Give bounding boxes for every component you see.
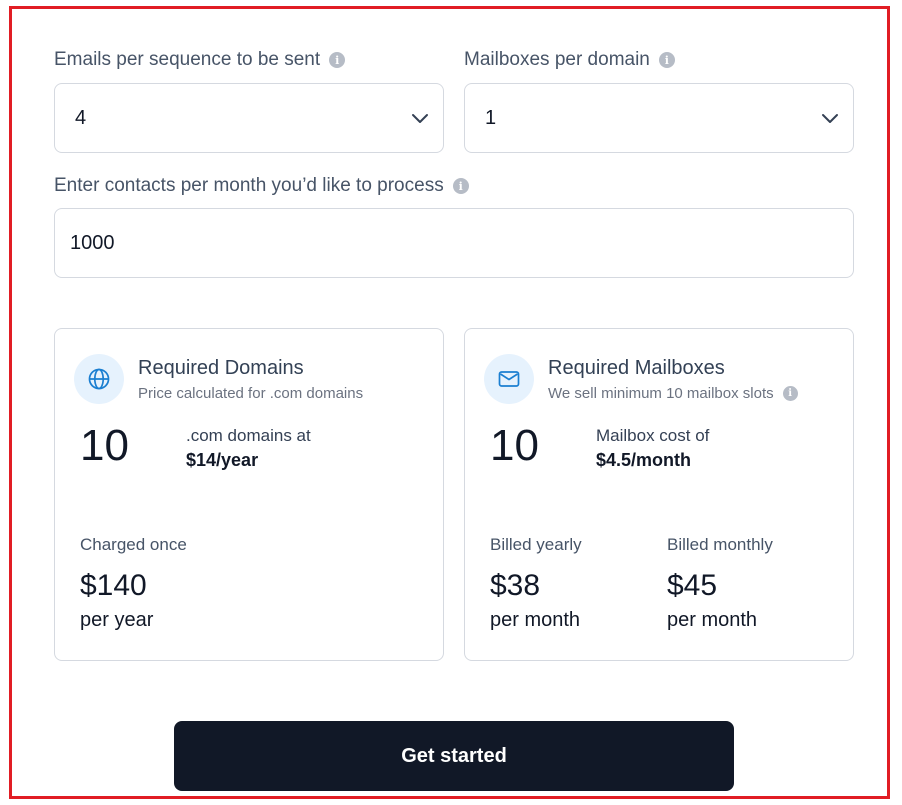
info-icon[interactable]: i [782, 386, 798, 401]
billed-monthly-price: $45 [667, 569, 718, 602]
domain-price-desc: .com domains at $14/year [186, 426, 311, 470]
chevron-down-icon [412, 114, 428, 123]
mailbox-price-desc: Mailbox cost of $4.5/month [596, 426, 710, 470]
billed-yearly-price: $38 [490, 569, 541, 602]
get-started-button[interactable]: Get started [174, 721, 734, 791]
info-icon[interactable]: i [329, 52, 346, 68]
info-icon[interactable]: i [452, 178, 469, 194]
globe-icon [74, 354, 124, 404]
emails-per-sequence-label: Emails per sequence to be sent i [54, 49, 346, 71]
charge-price: $140 [80, 569, 147, 602]
domains-count: 10 [80, 421, 129, 470]
emails-per-sequence-select[interactable]: 4 [54, 83, 444, 153]
billed-monthly-period: per month [667, 609, 758, 631]
billed-yearly-period: per month [490, 609, 581, 631]
charge-label: Charged once [80, 535, 187, 554]
mailboxes-count: 10 [490, 421, 539, 470]
envelope-icon [484, 354, 534, 404]
card-subtitle: Price calculated for .com domains [138, 385, 364, 402]
charge-period: per year [80, 609, 154, 631]
contacts-per-month-input[interactable]: 1000 [54, 208, 854, 278]
chevron-down-icon [822, 114, 838, 123]
billed-yearly-label: Billed yearly [490, 535, 582, 554]
card-subtitle: We sell minimum 10 mailbox slots i [548, 385, 798, 402]
mailboxes-per-domain-select[interactable]: 1 [464, 83, 854, 153]
info-icon[interactable]: i [658, 52, 675, 68]
required-mailboxes-card: Required Mailboxes We sell minimum 10 ma… [464, 328, 854, 661]
card-title: Required Domains [138, 357, 304, 379]
billed-monthly-label: Billed monthly [667, 535, 773, 554]
card-title: Required Mailboxes [548, 357, 725, 379]
mailboxes-per-domain-label: Mailboxes per domain i [464, 49, 675, 71]
contacts-per-month-label: Enter contacts per month you’d like to p… [54, 175, 469, 197]
required-domains-card: Required Domains Price calculated for .c… [54, 328, 444, 661]
